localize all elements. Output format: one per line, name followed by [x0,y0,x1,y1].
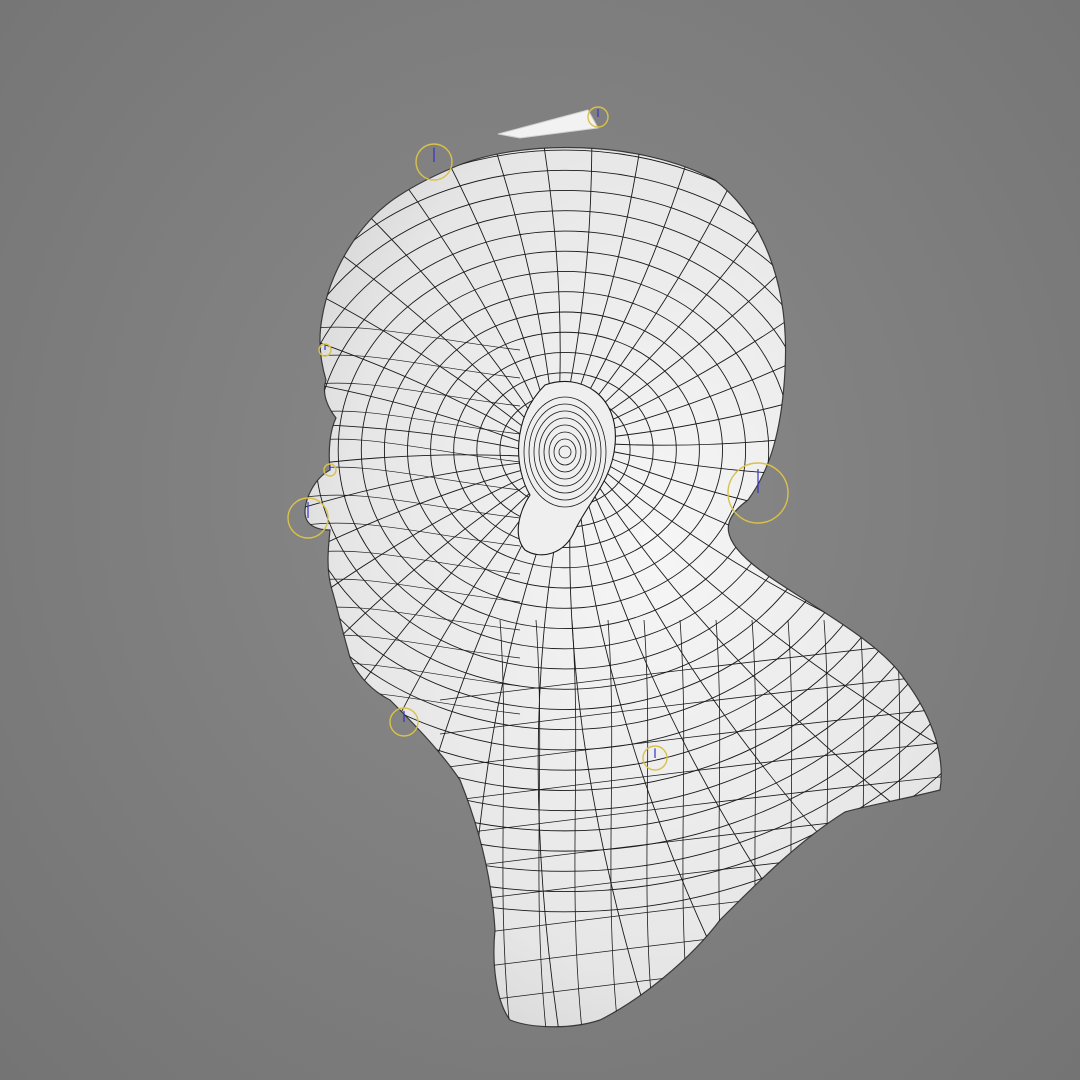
3d-viewport[interactable] [0,0,1080,1080]
viewport-canvas[interactable] [0,0,1080,1080]
rig-bone-top[interactable] [497,109,599,139]
